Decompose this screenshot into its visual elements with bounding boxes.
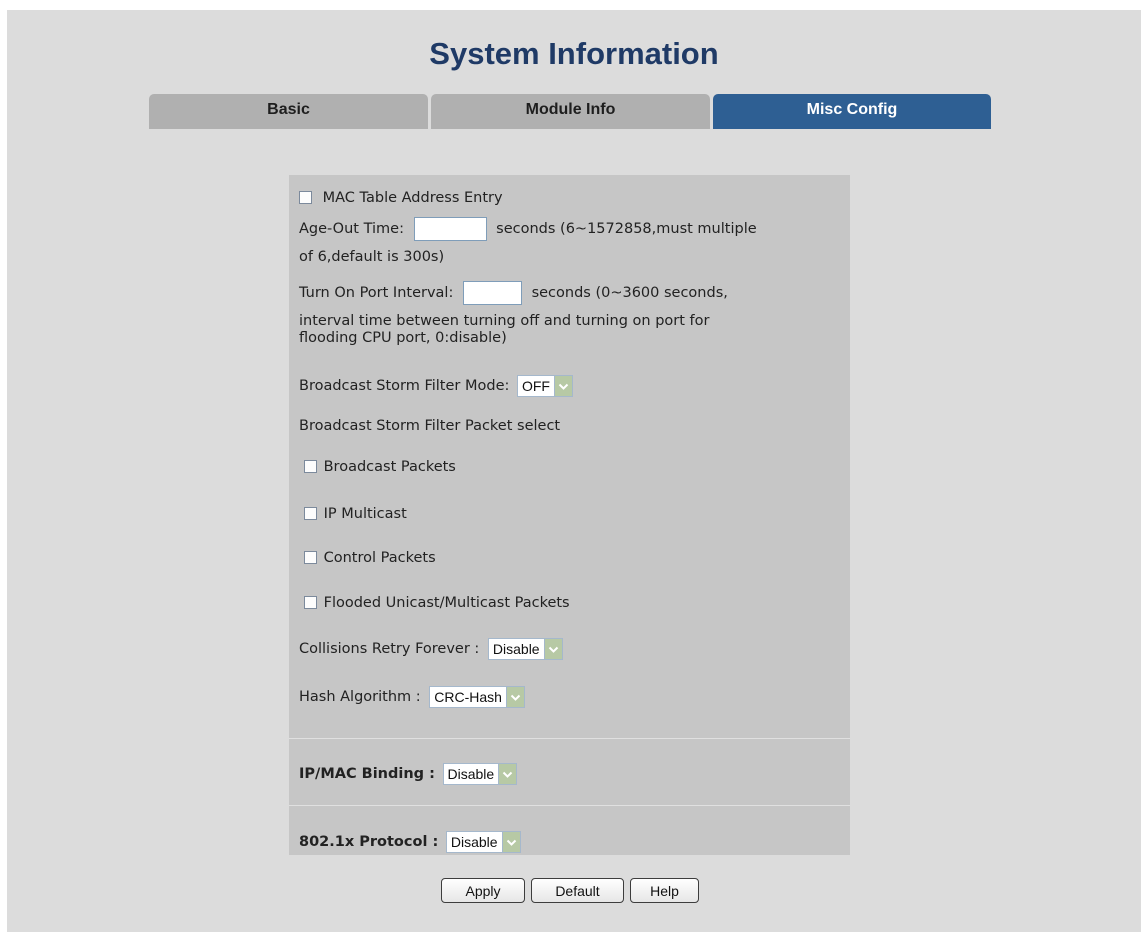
age-out-hint-row: of 6,default is 300s): [299, 249, 842, 266]
section-divider: [289, 738, 850, 739]
hash-value: CRC-Hash: [434, 688, 502, 705]
page-title: System Information: [429, 36, 719, 71]
port-interval-label: Turn On Port Interval:: [299, 285, 454, 301]
chevron-down-icon: [501, 832, 520, 852]
dot1x-select[interactable]: Disable: [445, 831, 521, 853]
broadcast-packets-checkbox[interactable]: [304, 460, 317, 473]
apply-button[interactable]: Apply: [441, 878, 525, 903]
collisions-label: Collisions Retry Forever :: [299, 641, 480, 657]
collisions-value: Disable: [492, 640, 540, 657]
port-interval-input[interactable]: [462, 281, 522, 305]
hash-label: Hash Algorithm :: [299, 689, 421, 705]
mac-table-row: MAC Table Address Entry: [299, 190, 842, 207]
ip-multicast-label: IP Multicast: [323, 506, 407, 522]
help-button[interactable]: Help: [630, 878, 699, 903]
storm-mode-value: OFF: [521, 377, 550, 394]
control-packets-checkbox[interactable]: [304, 551, 317, 564]
ipmac-select[interactable]: Disable: [442, 763, 518, 785]
tab-basic[interactable]: Basic: [149, 94, 428, 129]
age-out-hint-line2: of 6,default is 300s): [299, 249, 445, 265]
age-out-hint: seconds (6~1572858,must multiple: [496, 221, 757, 237]
storm-mode-label: Broadcast Storm Filter Mode:: [299, 378, 510, 394]
packet-control-row: Control Packets: [299, 550, 842, 567]
packet-broadcast-row: Broadcast Packets: [299, 459, 842, 476]
tab-bar: Basic Module Info Misc Config: [149, 94, 991, 129]
age-out-label: Age-Out Time:: [299, 221, 404, 237]
default-button[interactable]: Default: [531, 878, 624, 903]
port-interval-hint-line2: interval time between turning off and tu…: [299, 313, 710, 329]
page-background: System Information Basic Module Info Mis…: [7, 10, 1141, 932]
hash-select[interactable]: CRC-Hash: [429, 686, 525, 708]
flooded-packets-label: Flooded Unicast/Multicast Packets: [323, 595, 570, 611]
broadcast-packets-label: Broadcast Packets: [323, 459, 456, 475]
packet-ip-multicast-row: IP Multicast: [299, 506, 842, 523]
dot1x-row: 802.1x Protocol : Disable: [299, 831, 842, 853]
port-interval-hint-line3: flooding CPU port, 0:disable): [299, 330, 507, 346]
port-interval-row: Turn On Port Interval: seconds (0~3600 s…: [299, 281, 842, 305]
port-interval-hint: seconds (0~3600 seconds,: [531, 285, 728, 301]
mac-table-label: MAC Table Address Entry: [322, 190, 503, 206]
mac-table-checkbox[interactable]: [299, 191, 312, 204]
storm-mode-row: Broadcast Storm Filter Mode: OFF: [299, 375, 842, 397]
storm-mode-select[interactable]: OFF: [516, 375, 573, 397]
chevron-down-icon: [505, 687, 524, 707]
ipmac-value: Disable: [447, 765, 495, 782]
age-out-input[interactable]: [413, 217, 487, 241]
chevron-down-icon: [553, 376, 572, 396]
misc-config-panel: MAC Table Address Entry Age-Out Time: se…: [289, 175, 850, 855]
ip-multicast-checkbox[interactable]: [304, 507, 317, 520]
flooded-packets-checkbox[interactable]: [304, 596, 317, 609]
dot1x-label: 802.1x Protocol :: [299, 834, 439, 850]
tab-module-info[interactable]: Module Info: [431, 94, 710, 129]
chevron-down-icon: [498, 764, 517, 784]
collisions-select[interactable]: Disable: [487, 638, 563, 660]
control-packets-label: Control Packets: [323, 550, 436, 566]
chevron-down-icon: [543, 639, 562, 659]
collisions-row: Collisions Retry Forever : Disable: [299, 638, 842, 660]
port-interval-hint-row3: flooding CPU port, 0:disable): [299, 330, 842, 347]
section-divider: [289, 805, 850, 806]
hash-row: Hash Algorithm : CRC-Hash: [299, 686, 842, 708]
storm-packet-header-row: Broadcast Storm Filter Packet select: [299, 418, 842, 435]
age-out-row: Age-Out Time: seconds (6~1572858,must mu…: [299, 217, 842, 241]
ipmac-label: IP/MAC Binding :: [299, 766, 435, 782]
ipmac-row: IP/MAC Binding : Disable: [299, 763, 842, 785]
tab-misc-config[interactable]: Misc Config: [713, 94, 991, 129]
packet-flooded-row: Flooded Unicast/Multicast Packets: [299, 595, 842, 612]
dot1x-value: Disable: [450, 833, 498, 850]
storm-packet-header: Broadcast Storm Filter Packet select: [299, 418, 561, 434]
port-interval-hint-row2: interval time between turning off and tu…: [299, 313, 842, 330]
